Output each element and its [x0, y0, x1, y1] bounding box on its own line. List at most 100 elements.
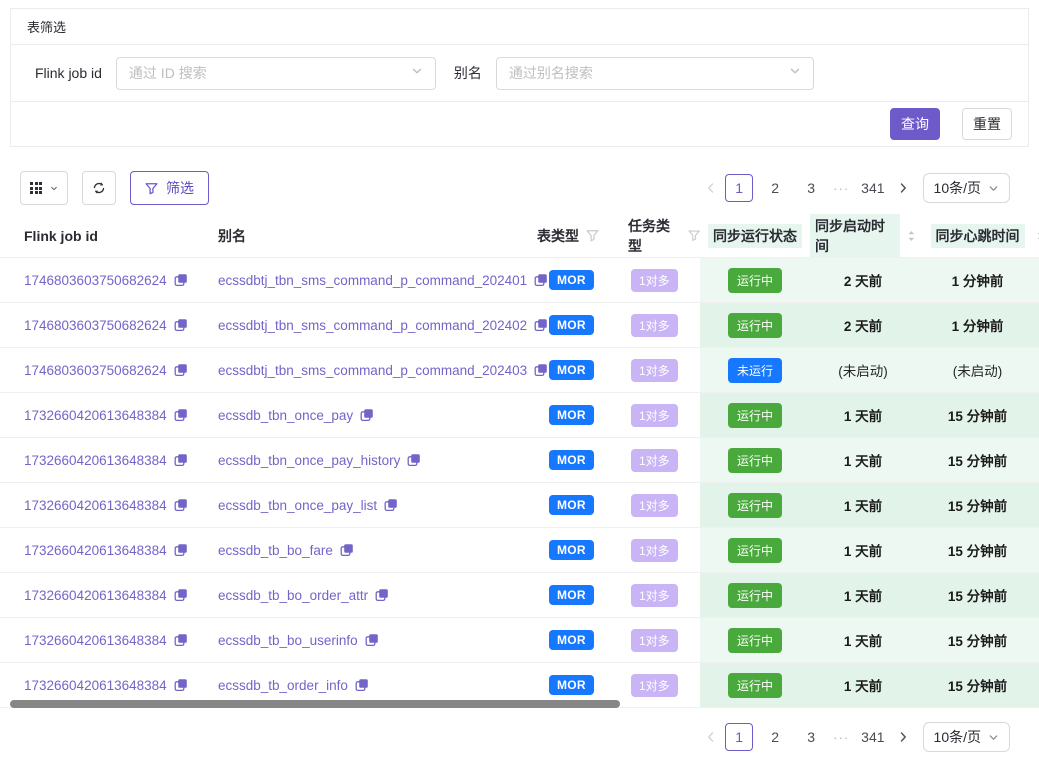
alias-link[interactable]: ecssdb_tbn_once_pay: [218, 408, 353, 423]
copy-icon[interactable]: [360, 408, 374, 422]
alias-link[interactable]: ecssdb_tbn_once_pay_history: [218, 453, 400, 468]
sync-start-time: 1 天前: [810, 483, 916, 527]
job-id-link[interactable]: 1732660420613648384: [24, 633, 167, 648]
copy-icon[interactable]: [174, 543, 188, 557]
page-ellipsis[interactable]: ···: [833, 181, 849, 196]
alias-placeholder: 通过别名搜索: [509, 63, 593, 83]
refresh-button[interactable]: [82, 171, 116, 205]
page-button-last[interactable]: 341: [857, 174, 888, 202]
copy-icon[interactable]: [174, 588, 188, 602]
filter-toggle-button[interactable]: 筛选: [130, 171, 209, 205]
filter-panel-title: 表筛选: [11, 9, 1028, 45]
alias-link[interactable]: ecssdb_tb_bo_userinfo: [218, 633, 358, 648]
table-type-badge: MOR: [549, 360, 594, 380]
page-button-3[interactable]: 3: [797, 723, 825, 751]
filter-funnel-icon[interactable]: [586, 229, 599, 242]
table-type-badge: MOR: [549, 315, 594, 335]
job-id-link[interactable]: 1732660420613648384: [24, 678, 167, 693]
table-type-badge: MOR: [549, 675, 594, 695]
copy-icon[interactable]: [365, 633, 379, 647]
copy-icon[interactable]: [174, 318, 188, 332]
table-row: 1732660420613648384 ecssdb_tb_bo_order_a…: [0, 573, 1039, 618]
flink-job-id-select[interactable]: 通过 ID 搜索: [116, 57, 436, 90]
job-id-link[interactable]: 1732660420613648384: [24, 408, 167, 423]
job-id-link[interactable]: 1732660420613648384: [24, 453, 167, 468]
copy-icon[interactable]: [384, 498, 398, 512]
job-id-link[interactable]: 1746803603750682624: [24, 363, 167, 378]
sync-start-time: (未启动): [810, 348, 916, 392]
copy-icon[interactable]: [174, 453, 188, 467]
prev-page-button[interactable]: [705, 182, 717, 194]
query-button[interactable]: 查询: [890, 108, 940, 140]
status-badge: 运行中: [728, 628, 782, 653]
job-id-link[interactable]: 1732660420613648384: [24, 498, 167, 513]
col-header-sync-heartbeat-time[interactable]: 同步心跳时间: [916, 214, 1039, 257]
table-row: 1732660420613648384 ecssdb_tb_bo_userinf…: [0, 618, 1039, 663]
alias-link[interactable]: ecssdb_tb_order_info: [218, 678, 348, 693]
task-type-badge: 1对多: [631, 674, 678, 697]
alias-link[interactable]: ecssdb_tb_bo_fare: [218, 543, 333, 558]
alias-link[interactable]: ecssdb_tb_bo_order_attr: [218, 588, 368, 603]
job-id-link[interactable]: 1732660420613648384: [24, 588, 167, 603]
page-button-2[interactable]: 2: [761, 723, 789, 751]
page-size-select[interactable]: 10条/页: [923, 173, 1010, 203]
col-header-sync-start-time[interactable]: 同步启动时间: [810, 214, 916, 257]
task-type-badge: 1对多: [631, 629, 678, 652]
col-header-task-type-label: 任务类型: [628, 216, 681, 256]
page-button-2[interactable]: 2: [761, 174, 789, 202]
prev-page-button[interactable]: [705, 731, 717, 743]
copy-icon[interactable]: [174, 363, 188, 377]
scrollbar-thumb[interactable]: [10, 700, 620, 708]
copy-icon[interactable]: [355, 678, 369, 692]
copy-icon[interactable]: [174, 633, 188, 647]
filter-funnel-icon[interactable]: [688, 229, 700, 242]
task-type-badge: 1对多: [631, 314, 678, 337]
table-row: 1732660420613648384 ecssdb_tb_bo_fare MO…: [0, 528, 1039, 573]
sync-heartbeat-time: 15 分钟前: [916, 438, 1039, 482]
alias-select[interactable]: 通过别名搜索: [496, 57, 814, 90]
copy-icon[interactable]: [407, 453, 421, 467]
copy-icon[interactable]: [174, 498, 188, 512]
chevron-down-icon: [789, 64, 801, 82]
page-size-select[interactable]: 10条/页: [923, 722, 1010, 752]
column-settings-button[interactable]: [20, 171, 68, 205]
copy-icon[interactable]: [375, 588, 389, 602]
page-button-last[interactable]: 341: [857, 723, 888, 751]
table-toolbar: 筛选 1 2 3 ··· 341 10条/页: [20, 171, 1010, 205]
col-header-table-type: 表类型: [525, 214, 616, 257]
table-row: 1732660420613648384 ecssdb_tbn_once_pay_…: [0, 483, 1039, 528]
col-header-alias: 别名: [218, 214, 525, 257]
alias-link[interactable]: ecssdb_tbn_once_pay_list: [218, 498, 377, 513]
copy-icon[interactable]: [174, 273, 188, 287]
task-type-badge: 1对多: [631, 359, 678, 382]
task-type-badge: 1对多: [631, 269, 678, 292]
table-row: 1732660420613648384 ecssdb_tbn_once_pay_…: [0, 438, 1039, 483]
job-id-link[interactable]: 1732660420613648384: [24, 543, 167, 558]
copy-icon[interactable]: [340, 543, 354, 557]
sorter-icon[interactable]: [907, 229, 916, 243]
next-page-button[interactable]: [897, 731, 909, 743]
sync-start-time: 1 天前: [810, 528, 916, 572]
task-type-badge: 1对多: [631, 539, 678, 562]
job-id-link[interactable]: 1746803603750682624: [24, 273, 167, 288]
next-page-button[interactable]: [897, 182, 909, 194]
page-button-1[interactable]: 1: [725, 723, 753, 751]
alias-link[interactable]: ecssdbtj_tbn_sms_command_p_command_20240…: [218, 318, 527, 333]
reset-button[interactable]: 重置: [962, 108, 1012, 140]
chevron-down-icon: [50, 183, 58, 194]
copy-icon[interactable]: [174, 408, 188, 422]
table-row: 1746803603750682624 ecssdbtj_tbn_sms_com…: [0, 348, 1039, 393]
page-button-3[interactable]: 3: [797, 174, 825, 202]
copy-icon[interactable]: [174, 678, 188, 692]
sync-heartbeat-time: 1 分钟前: [916, 303, 1039, 347]
chevron-down-icon: [988, 732, 999, 743]
page-button-1[interactable]: 1: [725, 174, 753, 202]
status-badge: 运行中: [728, 583, 782, 608]
bottom-pagination-bar: 1 2 3 ··· 341 10条/页: [0, 722, 1010, 752]
alias-label: 别名: [454, 63, 482, 83]
job-id-link[interactable]: 1746803603750682624: [24, 318, 167, 333]
alias-link[interactable]: ecssdbtj_tbn_sms_command_p_command_20240…: [218, 273, 527, 288]
page-ellipsis[interactable]: ···: [833, 730, 849, 745]
alias-link[interactable]: ecssdbtj_tbn_sms_command_p_command_20240…: [218, 363, 527, 378]
flink-job-id-field: Flink job id 通过 ID 搜索: [35, 57, 436, 90]
